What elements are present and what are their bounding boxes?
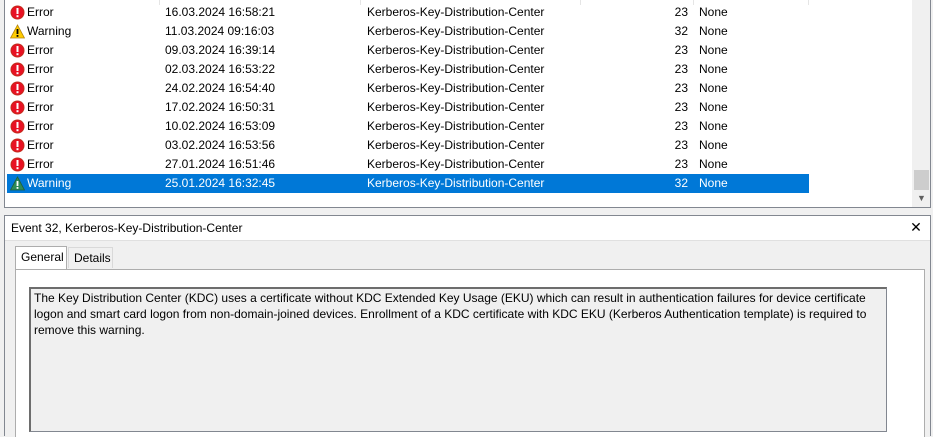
tab-details[interactable]: Details xyxy=(68,247,113,268)
task-category-cell: None xyxy=(699,138,728,152)
event-detail-pane: Event 32, Kerberos-Key-Distribution-Cent… xyxy=(4,215,931,437)
error-icon xyxy=(10,81,25,96)
detail-header: Event 32, Kerberos-Key-Distribution-Cent… xyxy=(5,216,930,241)
event-id-cell: 32 xyxy=(674,176,688,190)
table-row[interactable]: Error 09.03.2024 16:39:14 Kerberos-Key-Dis… xyxy=(7,41,809,60)
source-cell: Kerberos-Key-Distribution-Center xyxy=(367,138,545,152)
task-category-cell: None xyxy=(699,100,728,114)
task-category-cell: None xyxy=(699,119,728,133)
level-cell: Error xyxy=(27,138,54,152)
source-cell: Kerberos-Key-Distribution-Center xyxy=(367,5,545,19)
task-category-cell: None xyxy=(699,157,728,171)
date-cell: 25.01.2024 16:32:45 xyxy=(165,176,276,190)
general-tab-page: The Key Distribution Center (KDC) uses a… xyxy=(15,269,925,437)
event-id-cell: 23 xyxy=(674,157,688,171)
detail-title: Event 32, Kerberos-Key-Distribution-Cent… xyxy=(11,221,243,235)
close-icon[interactable]: ✕ xyxy=(908,219,924,235)
event-id-cell: 23 xyxy=(674,43,688,57)
source-cell: Kerberos-Key-Distribution-Center xyxy=(367,157,545,171)
table-row[interactable]: Error 02.03.2024 16:53:22 Kerberos-Key-Dis… xyxy=(7,60,809,79)
level-cell: Error xyxy=(27,100,54,114)
table-row[interactable]: Error 10.02.2024 16:53:09 Kerberos-Key-Dis… xyxy=(7,117,809,136)
event-id-cell: 23 xyxy=(674,100,688,114)
source-cell: Kerberos-Key-Distribution-Center xyxy=(367,24,545,38)
warning-icon xyxy=(10,24,25,39)
event-id-cell: 23 xyxy=(674,119,688,133)
table-row[interactable]: Warning 11.03.2024 09:16:03 Kerberos-Key-D… xyxy=(7,22,809,41)
date-cell: 03.02.2024 16:53:56 xyxy=(165,138,276,152)
error-icon xyxy=(10,100,25,115)
table-row[interactable]: Error 03.02.2024 16:53:56 Kerberos-Key-Dis… xyxy=(7,136,809,155)
date-cell: 10.02.2024 16:53:09 xyxy=(165,119,276,133)
table-row[interactable]: Error 17.02.2024 16:50:31 Kerberos-Key-Dis… xyxy=(7,98,809,117)
task-category-cell: None xyxy=(699,24,728,38)
vertical-scrollbar[interactable]: ▼ xyxy=(912,0,930,207)
source-cell: Kerberos-Key-Distribution-Center xyxy=(367,81,545,95)
error-icon xyxy=(10,43,25,58)
task-category-cell: None xyxy=(699,81,728,95)
task-category-cell: None xyxy=(699,5,728,19)
task-category-cell: None xyxy=(699,43,728,57)
date-cell: 17.02.2024 16:50:31 xyxy=(165,100,276,114)
task-category-cell: None xyxy=(699,176,728,190)
table-row[interactable]: Warning 25.01.2024 16:32:45 Kerberos-Key-D… xyxy=(7,174,809,193)
error-icon xyxy=(10,138,25,153)
warning-icon xyxy=(10,176,25,191)
level-cell: Error xyxy=(27,5,54,19)
event-id-cell: 23 xyxy=(674,5,688,19)
source-cell: Kerberos-Key-Distribution-Center xyxy=(367,100,545,114)
pane-splitter[interactable] xyxy=(0,208,933,215)
event-id-cell: 23 xyxy=(674,138,688,152)
error-icon xyxy=(10,119,25,134)
source-cell: Kerberos-Key-Distribution-Center xyxy=(367,43,545,57)
date-cell: 24.02.2024 16:54:40 xyxy=(165,81,276,95)
event-list[interactable]: Error 16.03.2024 16:58:21 Kerberos-Key-Dis… xyxy=(4,0,931,208)
level-cell: Error xyxy=(27,119,54,133)
event-id-cell: 32 xyxy=(674,24,688,38)
event-id-cell: 23 xyxy=(674,81,688,95)
scroll-down-arrow-icon[interactable]: ▼ xyxy=(913,190,930,207)
task-category-cell: None xyxy=(699,62,728,76)
source-cell: Kerberos-Key-Distribution-Center xyxy=(367,62,545,76)
event-description[interactable]: The Key Distribution Center (KDC) uses a… xyxy=(29,287,887,432)
error-icon xyxy=(10,5,25,20)
table-row[interactable]: Error 27.01.2024 16:51:46 Kerberos-Key-Dis… xyxy=(7,155,809,174)
level-cell: Warning xyxy=(27,24,72,38)
level-cell: Error xyxy=(27,81,54,95)
table-row[interactable]: Error 16.03.2024 16:58:21 Kerberos-Key-Dis… xyxy=(7,3,809,22)
event-id-cell: 23 xyxy=(674,62,688,76)
level-cell: Warning xyxy=(27,176,72,190)
table-row[interactable]: Error 24.02.2024 16:54:40 Kerberos-Key-Dis… xyxy=(7,79,809,98)
level-cell: Error xyxy=(27,43,54,57)
error-icon xyxy=(10,157,25,172)
date-cell: 11.03.2024 09:16:03 xyxy=(165,24,275,38)
date-cell: 02.03.2024 16:53:22 xyxy=(165,62,276,76)
scrollbar-thumb[interactable] xyxy=(914,170,929,190)
source-cell: Kerberos-Key-Distribution-Center xyxy=(367,119,545,133)
date-cell: 16.03.2024 16:58:21 xyxy=(165,5,276,19)
date-cell: 27.01.2024 16:51:46 xyxy=(165,157,276,171)
level-cell: Error xyxy=(27,157,54,171)
date-cell: 09.03.2024 16:39:14 xyxy=(165,43,276,57)
source-cell: Kerberos-Key-Distribution-Center xyxy=(367,176,545,190)
error-icon xyxy=(10,62,25,77)
detail-tab-area: General Details The Key Distribution Cen… xyxy=(5,241,930,437)
level-cell: Error xyxy=(27,62,54,76)
tab-general[interactable]: General xyxy=(15,246,67,269)
